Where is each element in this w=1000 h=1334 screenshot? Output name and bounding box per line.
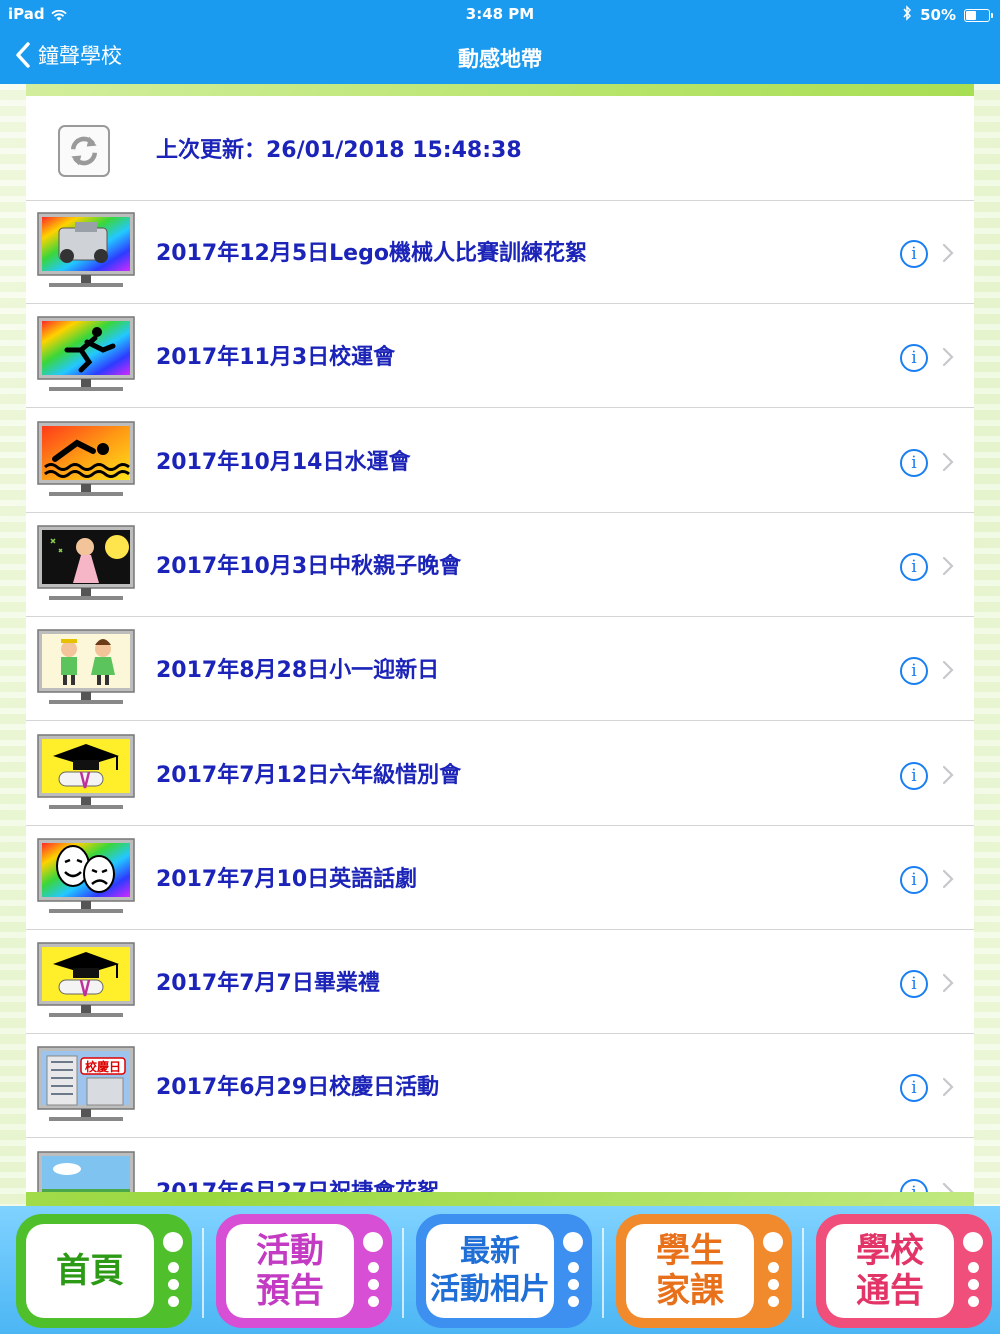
tv-knobs-icon <box>162 1232 184 1313</box>
tab-1[interactable]: 首頁 <box>16 1214 192 1328</box>
album-title: 2017年6月27日祝捷會花絮 <box>156 1174 439 1192</box>
chevron-right-icon <box>942 452 954 471</box>
tab-screen: 最新 活動相片 <box>426 1224 554 1318</box>
album-list-item[interactable]: 2017年11月3日校運會 i <box>26 304 974 409</box>
update-row: 上次更新：26/01/2018 15:48:38 <box>26 96 974 201</box>
tab-label-line2: 活動相片 <box>430 1272 550 1307</box>
album-list-item[interactable]: 2017年12月5日Lego機械人比賽訓練花絮 i <box>26 200 974 304</box>
landscape-thumbnail <box>37 1150 135 1192</box>
album-list-item[interactable]: 2017年10月3日中秋親子晚會 i <box>26 513 974 617</box>
album-title: 2017年7月7日畢業禮 <box>156 971 380 997</box>
tab-divider <box>402 1228 404 1318</box>
album-title: 2017年7月12日六年級惜別會 <box>156 762 462 788</box>
tab-label-line2: 預告 <box>256 1271 324 1311</box>
info-icon[interactable]: i <box>900 970 928 999</box>
bluetooth-icon <box>902 5 912 25</box>
album-title: 2017年11月3日校運會 <box>156 345 396 371</box>
tab-label-line1: 最新 <box>460 1234 520 1269</box>
moon-festival-thumbnail <box>37 525 135 605</box>
tab-label-line1: 學校 <box>856 1231 924 1271</box>
tab-label-line2: 通告 <box>856 1271 924 1311</box>
tab-label-line1: 學生 <box>656 1231 724 1271</box>
tab-screen: 活動 預告 <box>226 1224 354 1318</box>
chevron-right-icon <box>942 1078 954 1097</box>
chevron-right-icon <box>942 243 954 263</box>
school-building-thumbnail: 校慶日 <box>37 1046 135 1126</box>
tab-3[interactable]: 最新 活動相片 <box>416 1214 592 1328</box>
album-list-item[interactable]: 2017年7月10日英語話劇 i <box>26 826 974 930</box>
tab-divider <box>802 1228 804 1318</box>
info-icon[interactable]: i <box>900 761 928 790</box>
tab-divider <box>602 1228 604 1318</box>
album-list-item[interactable]: 2017年6月27日祝捷會花絮 i <box>26 1139 974 1192</box>
tab-4[interactable]: 學生 家課 <box>616 1214 792 1328</box>
svg-text:校慶日: 校慶日 <box>85 1059 121 1074</box>
drama-masks-thumbnail <box>37 838 135 918</box>
tab-divider <box>202 1228 204 1318</box>
page-title: 動感地帶 <box>458 47 542 71</box>
album-list-item[interactable]: 2017年8月28日小一迎新日 i <box>26 617 974 722</box>
album-title: 2017年6月29日校慶日活動 <box>156 1075 440 1101</box>
battery-percent: 50% <box>920 6 956 24</box>
tab-5[interactable]: 學校 通告 <box>816 1214 992 1328</box>
album-list-item[interactable]: 2017年7月12日六年級惜別會 i <box>26 722 974 826</box>
last-updated-text: 上次更新：26/01/2018 15:48:38 <box>156 138 522 163</box>
album-list-item[interactable]: 2017年10月14日水運會 i <box>26 409 974 513</box>
tv-knobs-icon <box>962 1232 984 1313</box>
refresh-button[interactable] <box>58 125 110 177</box>
info-icon[interactable]: i <box>900 448 928 477</box>
graduation-cap-thumbnail <box>37 733 135 814</box>
info-icon[interactable]: i <box>900 240 928 268</box>
album-list-item[interactable]: 校慶日 2017年6月29日校慶日活動 i <box>26 1034 974 1139</box>
tv-knobs-icon <box>362 1232 384 1313</box>
background-stripes-left <box>0 84 26 1209</box>
graduation-cap-thumbnail <box>37 942 135 1022</box>
info-icon[interactable]: i <box>900 865 928 894</box>
tab-screen: 首頁 <box>26 1224 154 1318</box>
navigation-bar: 鐘聲學校 動感地帶 <box>0 30 1000 84</box>
background-stripes-right <box>974 84 1000 1209</box>
album-title: 2017年7月10日英語話劇 <box>156 866 418 892</box>
album-title: 2017年8月28日小一迎新日 <box>156 658 440 684</box>
info-icon[interactable]: i <box>900 1074 928 1103</box>
chevron-right-icon <box>942 556 954 575</box>
tab-label-line2: 家課 <box>656 1271 724 1311</box>
tab-2[interactable]: 活動 預告 <box>216 1214 392 1328</box>
chevron-right-icon <box>942 1182 954 1192</box>
album-title: 2017年10月3日中秋親子晚會 <box>156 553 462 579</box>
info-icon[interactable]: i <box>900 552 928 581</box>
chevron-right-icon <box>942 765 954 784</box>
status-time: 3:48 PM <box>465 5 535 23</box>
swimmer-thumbnail <box>37 420 135 501</box>
tab-label-line1: 首頁 <box>56 1251 124 1291</box>
info-icon[interactable]: i <box>900 657 928 686</box>
chevron-right-icon <box>942 973 954 993</box>
album-title: 2017年12月5日Lego機械人比賽訓練花絮 <box>156 241 587 266</box>
runner-thumbnail <box>37 316 135 396</box>
refresh-icon <box>70 136 98 166</box>
album-list-item[interactable]: 2017年7月7日畢業禮 i <box>26 930 974 1035</box>
status-bar: iPad 3:48 PM 50% <box>0 0 1000 30</box>
chevron-right-icon <box>942 869 954 888</box>
bottom-tab-bar: 首頁 活動 預告 最新 活動相片 學生 家課 學校 通告 <box>0 1206 1000 1334</box>
chevron-right-icon <box>942 348 954 367</box>
album-list-panel[interactable]: 上次更新：26/01/2018 15:48:38 2017年12月5日Lego機… <box>26 96 974 1192</box>
album-title: 2017年10月14日水運會 <box>156 449 411 475</box>
tab-screen: 學生 家課 <box>626 1224 754 1318</box>
students-thumbnail <box>37 629 135 709</box>
tab-label-line1: 活動 <box>256 1231 324 1271</box>
info-icon[interactable]: i <box>900 1178 928 1192</box>
tv-knobs-icon <box>562 1232 584 1313</box>
battery-icon <box>964 8 993 22</box>
chevron-right-icon <box>942 661 954 680</box>
tv-knobs-icon <box>762 1232 784 1313</box>
robot-thumbnail <box>37 212 135 292</box>
info-icon[interactable]: i <box>900 344 928 373</box>
tab-screen: 學校 通告 <box>826 1224 954 1318</box>
